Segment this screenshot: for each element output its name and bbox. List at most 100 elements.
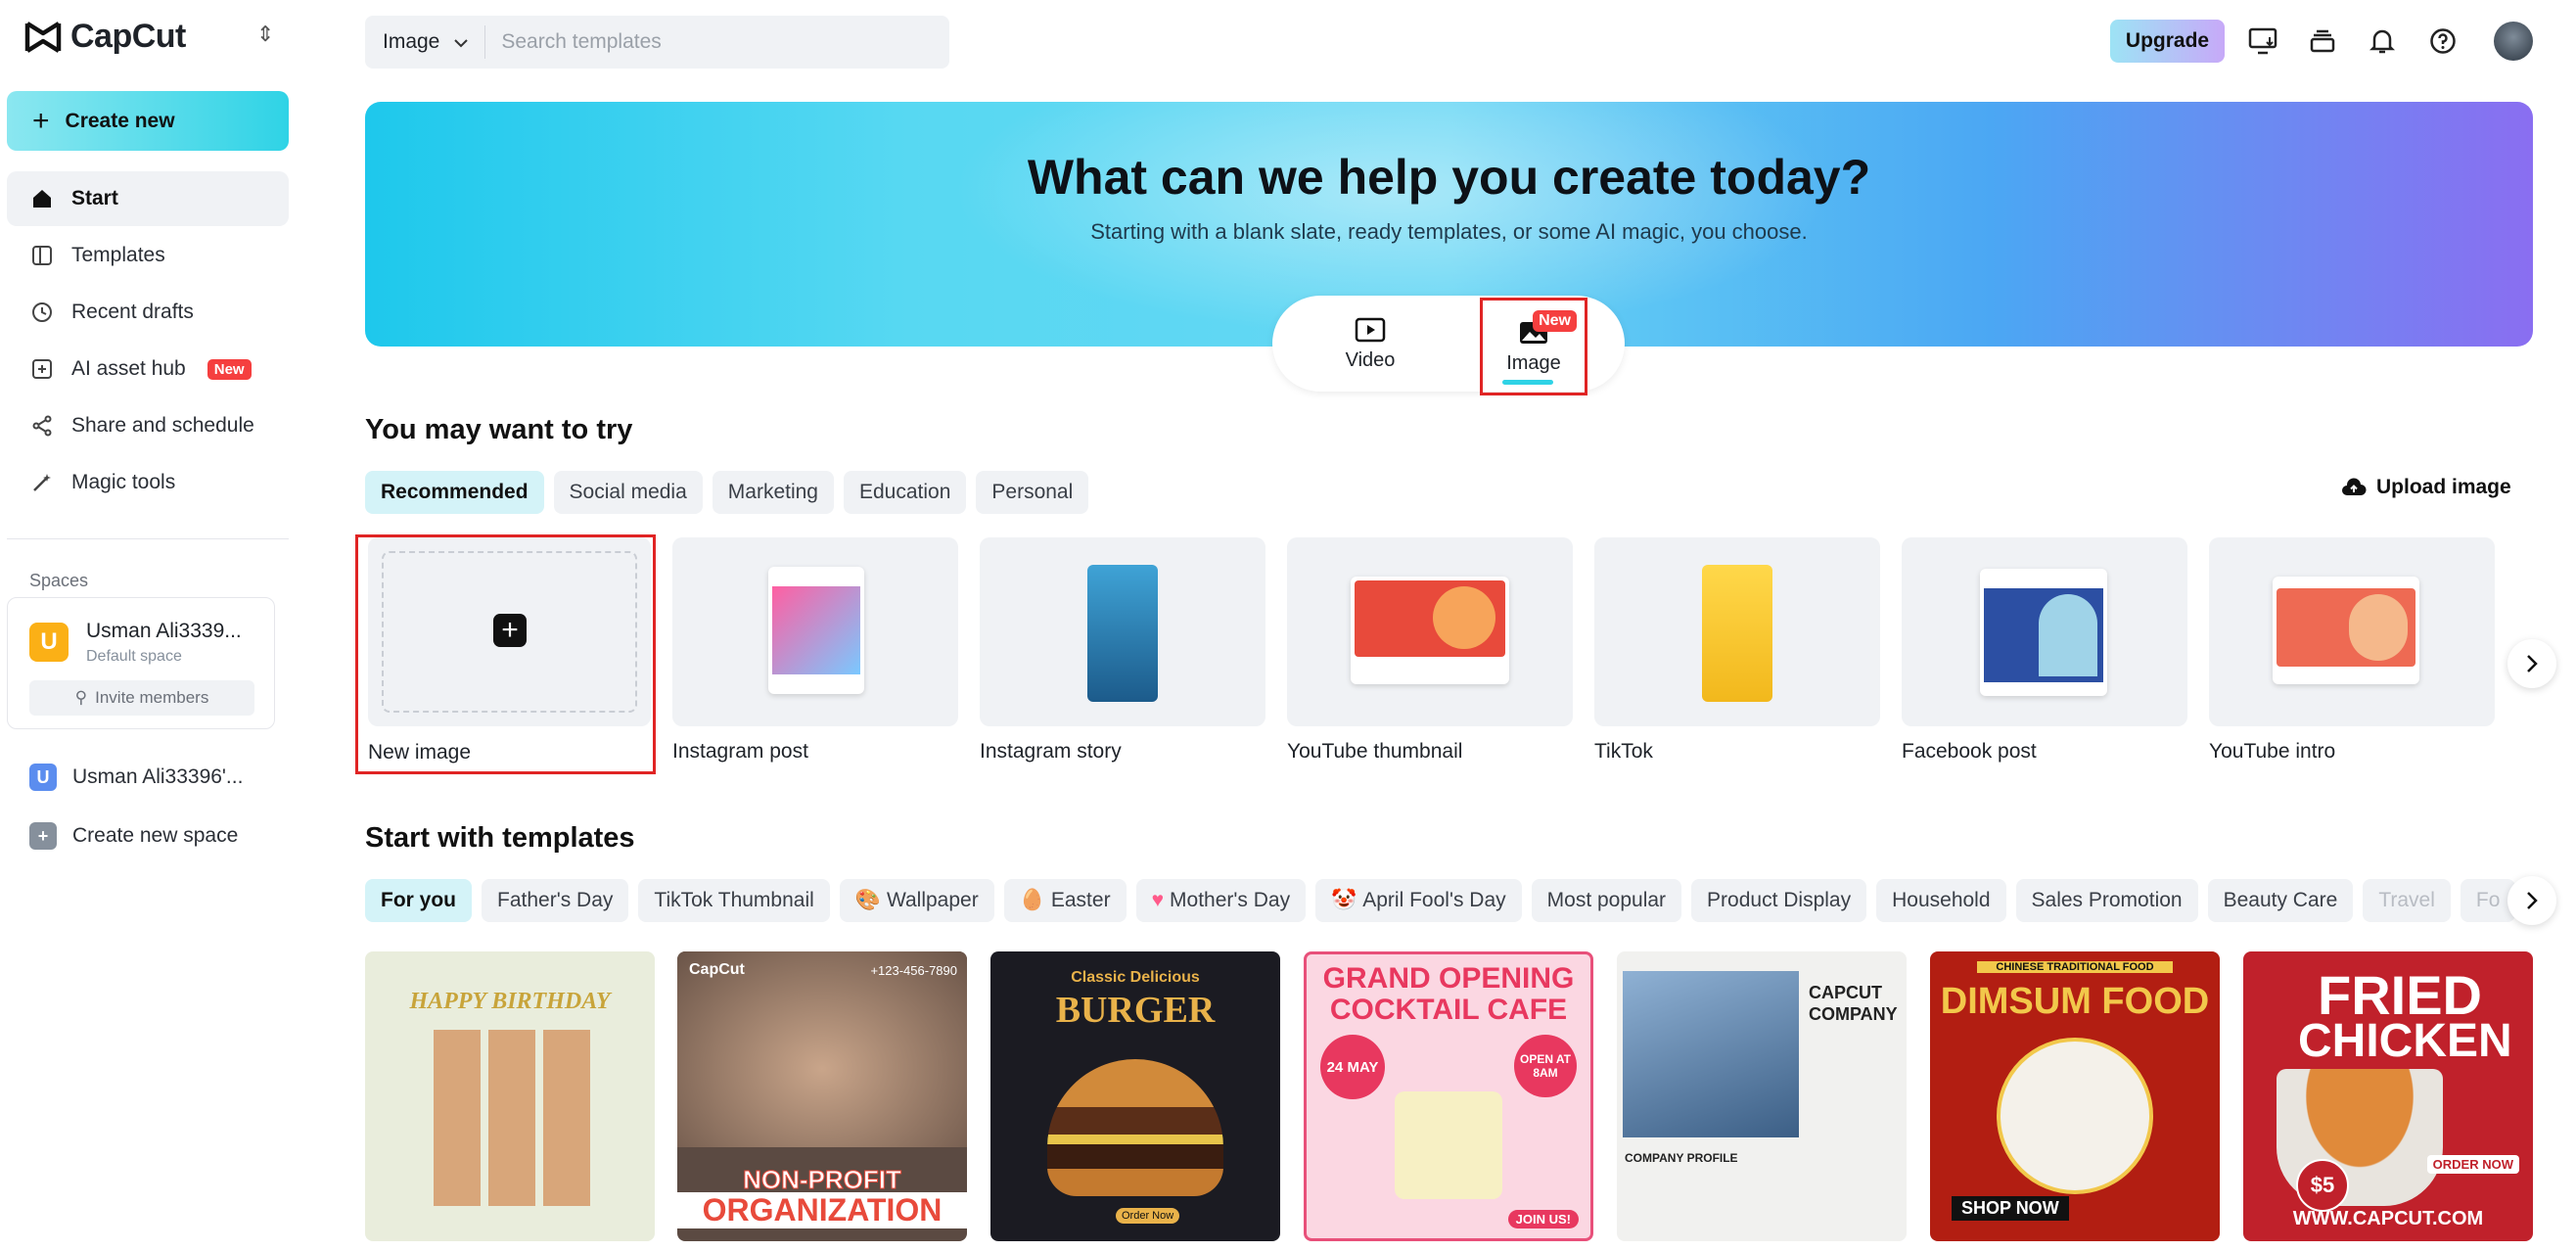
sidebar-item-ai-asset-hub[interactable]: AI asset hub New <box>7 342 289 396</box>
sidebar-item-start[interactable]: Start <box>7 171 289 226</box>
try-tabs: Recommended Social media Marketing Educa… <box>365 471 1089 514</box>
thumbnail-image <box>1355 580 1505 657</box>
photo-grid <box>434 1030 590 1206</box>
capcut-logo-icon <box>24 21 62 53</box>
tab-marketing[interactable]: Marketing <box>712 471 834 514</box>
tiktok-card[interactable]: TikTok <box>1594 537 1880 764</box>
tab-sales-promotion[interactable]: Sales Promotion <box>2015 879 2198 922</box>
tab-most-popular[interactable]: Most popular <box>1531 879 1682 922</box>
tab-april-fools-day[interactable]: 🤡 April Fool's Day <box>1315 879 1522 922</box>
other-space-item[interactable]: U Usman Ali33396'... <box>29 764 243 791</box>
intro-mockup <box>2273 577 2419 684</box>
upload-image-button[interactable]: Upload image <box>2341 476 2511 499</box>
template-card-dimsum[interactable]: CHINESE TRADITIONAL FOOD DIMSUM FOOD SHO… <box>1930 951 2220 1241</box>
tab-household[interactable]: Household <box>1876 879 2006 922</box>
easter-egg-icon: 🥚 <box>1019 889 1045 911</box>
template-date-badge: 24 MAY <box>1320 1035 1385 1099</box>
facebook-post-thumb <box>1902 537 2187 726</box>
tab-education[interactable]: Education <box>843 471 967 514</box>
wallpaper-emoji-icon: 🎨 <box>854 889 881 911</box>
facebook-post-card[interactable]: Facebook post <box>1902 537 2187 764</box>
new-badge: New <box>1533 310 1577 332</box>
template-subtitle: Classic Delicious <box>1071 969 1200 986</box>
post-image <box>772 586 860 674</box>
cloud-upload-icon <box>2342 478 2367 495</box>
templates-next-arrow-button[interactable] <box>2507 876 2556 925</box>
tab-wallpaper[interactable]: 🎨 Wallpaper <box>839 879 994 922</box>
tab-for-you[interactable]: For you <box>365 879 472 922</box>
search-type-dropdown[interactable]: Image <box>365 25 486 59</box>
tab-beauty-care[interactable]: Beauty Care <box>2207 879 2354 922</box>
mode-video-tab[interactable]: Video <box>1311 296 1429 392</box>
invite-members-button[interactable]: ⚲ Invite members <box>29 680 254 716</box>
sidebar-item-share-and-schedule[interactable]: Share and schedule <box>7 398 289 453</box>
card-label: Instagram story <box>980 740 1122 763</box>
tab-mothers-day[interactable]: ♥ Mother's Day <box>1135 879 1307 922</box>
tab-social-media[interactable]: Social media <box>553 471 703 514</box>
capcut-logo[interactable]: CapCut <box>23 18 186 56</box>
thumbnail-mockup <box>1351 577 1509 684</box>
tab-label: Mother's Day <box>1170 889 1291 911</box>
help-icon[interactable] <box>2425 23 2461 59</box>
tab-recommended[interactable]: Recommended <box>365 471 544 514</box>
tab-travel[interactable]: Travel <box>2363 879 2451 922</box>
mode-image-tab[interactable]: New Image <box>1480 298 1587 395</box>
template-card-fried-chicken[interactable]: FRIED CHICKEN $5 ORDER NOW WWW.CAPCUT.CO… <box>2243 951 2533 1241</box>
sidebar-item-recent-drafts[interactable]: Recent drafts <box>7 285 289 340</box>
post-image <box>1984 588 2103 682</box>
youtube-intro-card[interactable]: YouTube intro <box>2209 537 2495 764</box>
mode-toggle: Video New Image <box>1272 296 1625 395</box>
capcut-app: CapCut ⇕ + Create new Start Templates Re… <box>0 0 2576 1251</box>
space-avatar: U <box>29 623 69 662</box>
default-space-card[interactable]: U Usman Ali3339... Default space ⚲ Invit… <box>7 597 275 729</box>
template-card-burger[interactable]: Classic Delicious BURGER Order Now <box>990 951 1280 1241</box>
sidebar-item-templates[interactable]: Templates <box>7 228 289 283</box>
instagram-story-card[interactable]: Instagram story <box>980 537 1265 764</box>
heart-icon: ♥ <box>1151 889 1165 911</box>
desktop-download-icon[interactable] <box>2245 23 2280 59</box>
instagram-post-card[interactable]: Instagram post <box>672 537 958 764</box>
template-subtitle: COMPANY <box>1809 1004 1898 1024</box>
tab-fathers-day[interactable]: Father's Day <box>482 879 629 922</box>
bell-icon[interactable] <box>2365 23 2400 59</box>
template-card-cocktail-cafe[interactable]: GRAND OPENING COCKTAIL CAFE 24 MAY OPEN … <box>1304 951 1593 1241</box>
create-new-space-label: Create new space <box>72 824 239 847</box>
sidebar-item-magic-tools[interactable]: Magic tools <box>7 455 289 510</box>
youtube-thumbnail-card[interactable]: YouTube thumbnail <box>1287 537 1573 764</box>
tab-personal[interactable]: Personal <box>976 471 1089 514</box>
try-section-title: You may want to try <box>365 414 633 445</box>
mode-image-label: Image <box>1506 351 1561 374</box>
create-new-button[interactable]: + Create new <box>7 91 289 151</box>
phone-mockup <box>768 567 864 694</box>
create-new-space-button[interactable]: + Create new space <box>29 822 238 850</box>
template-phone: +123-456-7890 <box>870 963 957 978</box>
tab-tiktok-thumbnail[interactable]: TikTok Thumbnail <box>638 879 830 922</box>
plus-icon: + <box>29 822 57 850</box>
template-tabs: For you Father's Day TikTok Thumbnail 🎨 W… <box>365 879 2518 922</box>
search-bar: Image <box>365 16 949 69</box>
user-avatar[interactable] <box>2494 22 2533 61</box>
template-order-button: ORDER NOW <box>2426 1155 2519 1174</box>
template-card-nonprofit[interactable]: CapCut +123-456-7890 NON-PROFIT ORGANIZA… <box>677 951 967 1241</box>
person-icon: ⚲ <box>74 688 88 707</box>
template-price: $5 <box>2296 1159 2349 1212</box>
create-new-label: Create new <box>65 109 175 132</box>
template-card-birthday[interactable]: HAPPY BIRTHDAY <box>365 951 655 1241</box>
tab-product-display[interactable]: Product Display <box>1691 879 1867 922</box>
try-next-arrow-button[interactable] <box>2507 639 2556 688</box>
tab-easter[interactable]: 🥚 Easter <box>1003 879 1127 922</box>
invite-members-label: Invite members <box>95 688 209 707</box>
home-icon <box>28 185 56 212</box>
workspace-switch-icon[interactable]: ⇕ <box>256 22 274 47</box>
new-image-card[interactable]: + New image <box>355 534 656 774</box>
sidebar-item-label: AI asset hub <box>71 357 186 380</box>
search-input[interactable] <box>485 30 897 54</box>
template-title: HAPPY BIRTHDAY <box>409 989 611 1014</box>
template-subtitle: ORGANIZATION <box>677 1192 967 1228</box>
template-card-company-profile[interactable]: CAPCUT COMPANY COMPANY PROFILE <box>1617 951 1907 1241</box>
sidebar-item-label: Recent drafts <box>71 301 194 323</box>
upgrade-button[interactable]: Upgrade <box>2110 20 2225 63</box>
sidebar-item-label: Share and schedule <box>71 414 254 437</box>
layers-icon[interactable] <box>2305 23 2340 59</box>
jester-icon: 🤡 <box>1331 889 1357 911</box>
